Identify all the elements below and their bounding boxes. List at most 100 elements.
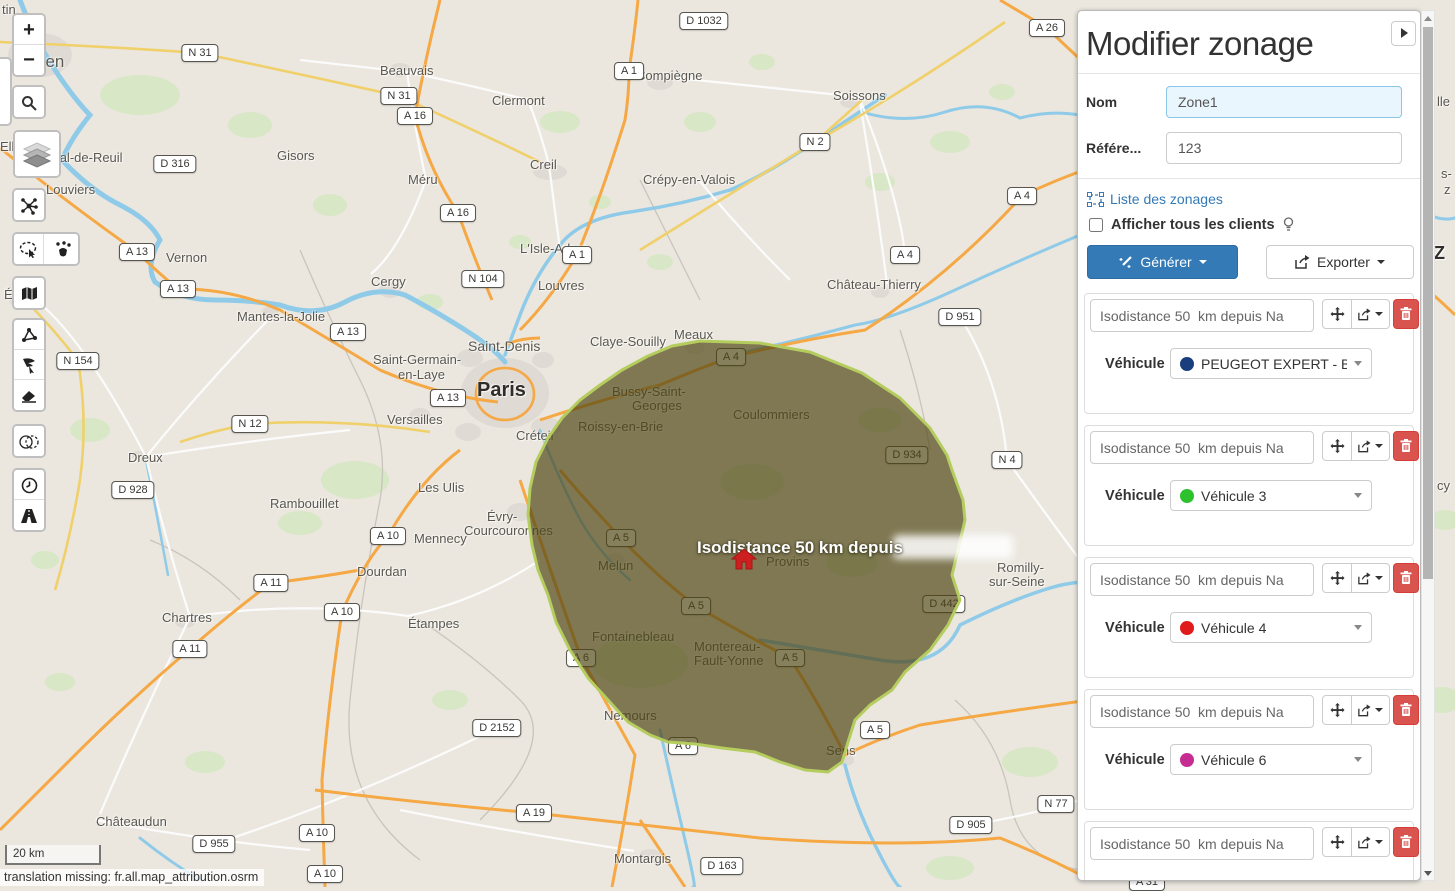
caret-down-icon <box>1354 757 1362 762</box>
vehicle-select[interactable]: Véhicule 4 <box>1170 612 1372 643</box>
optimize-route-button[interactable] <box>14 190 44 220</box>
caret-down-icon <box>1375 312 1383 316</box>
vehicle-name: Véhicule 4 <box>1201 620 1347 636</box>
share-icon <box>1358 308 1371 321</box>
intersect-zones-button[interactable] <box>14 426 44 456</box>
export-button[interactable]: Exporter <box>1266 245 1414 279</box>
map-icon <box>21 286 38 301</box>
panel-collapse-button[interactable] <box>1391 21 1416 46</box>
zone-delete-button[interactable] <box>1393 563 1419 593</box>
share-icon <box>1358 440 1371 453</box>
panel-scrollbar[interactable] <box>1421 10 1435 881</box>
caret-down-icon <box>1375 708 1383 712</box>
vehicle-color-dot <box>1180 489 1194 503</box>
zone-locate-button[interactable] <box>1322 563 1352 593</box>
zone-delete-button[interactable] <box>1393 827 1419 857</box>
map-icon-button[interactable] <box>14 278 44 308</box>
intersect-control <box>12 424 46 458</box>
isochrone-button[interactable] <box>14 470 44 500</box>
zoom-control: + − <box>12 13 46 77</box>
move-icon <box>1330 307 1345 322</box>
reference-input[interactable] <box>1166 132 1402 164</box>
selection-controls <box>12 232 80 266</box>
search-button[interactable] <box>14 87 44 117</box>
vehicle-color-dot <box>1180 753 1194 767</box>
generate-button[interactable]: Générer <box>1087 245 1238 279</box>
vehicle-select[interactable]: Véhicule 3 <box>1170 480 1372 511</box>
vehicle-name: Véhicule 6 <box>1201 752 1347 768</box>
zone-export-button[interactable] <box>1352 299 1390 329</box>
zonages-list-link[interactable]: Liste des zonages <box>1087 191 1420 207</box>
zone-delete-button[interactable] <box>1393 299 1419 329</box>
zone-locate-button[interactable] <box>1322 299 1352 329</box>
zoom-in-button[interactable]: + <box>14 15 44 45</box>
name-input[interactable] <box>1166 86 1402 118</box>
vehicle-color-dot <box>1180 357 1194 371</box>
zone-name-input[interactable] <box>1090 827 1314 860</box>
zone-name-input[interactable] <box>1090 563 1314 596</box>
panel-title: Modifier zonage <box>1086 25 1404 63</box>
edit-vertices-button[interactable] <box>14 350 44 380</box>
zone-card <box>1084 821 1414 881</box>
network-icon <box>20 197 38 215</box>
zone-locate-button[interactable] <box>1322 827 1352 857</box>
export-icon <box>1295 255 1310 269</box>
lasso-select-button[interactable] <box>14 234 44 264</box>
zone-card: Véhicule Véhicule 3 <box>1084 425 1414 546</box>
eraser-button[interactable] <box>14 380 44 410</box>
show-clients-checkbox[interactable] <box>1089 218 1103 232</box>
zone-name-input[interactable] <box>1090 299 1314 332</box>
lasso-icon <box>19 241 38 258</box>
zoom-out-button[interactable]: − <box>14 45 44 75</box>
time-road-controls <box>12 468 46 532</box>
layers-control <box>13 130 61 178</box>
zone-export-button[interactable] <box>1352 563 1390 593</box>
edge-control-partial[interactable] <box>0 57 12 126</box>
zone-locate-button[interactable] <box>1322 431 1352 461</box>
vehicle-color-dot <box>1180 621 1194 635</box>
arrow-down-icon <box>1424 871 1432 876</box>
zone-export-button[interactable] <box>1352 431 1390 461</box>
zone-locate-button[interactable] <box>1322 695 1352 725</box>
move-icon <box>1330 439 1345 454</box>
home-marker-icon[interactable] <box>731 548 757 570</box>
zone-delete-button[interactable] <box>1393 695 1419 725</box>
move-icon <box>1330 835 1345 850</box>
multi-point-button[interactable] <box>48 234 78 264</box>
arrow-up-icon <box>1424 16 1432 21</box>
vehicle-select[interactable]: Véhicule 6 <box>1170 744 1372 775</box>
zone-name-input[interactable] <box>1090 431 1314 464</box>
trash-icon <box>1400 703 1412 717</box>
map-style-control <box>12 276 46 310</box>
zone-list: Véhicule PEUGEOT EXPERT - B... <box>1078 293 1420 881</box>
caret-down-icon <box>1354 625 1362 630</box>
zone-card: Véhicule Véhicule 6 <box>1084 689 1414 810</box>
zone-delete-button[interactable] <box>1393 431 1419 461</box>
vehicle-label: Véhicule <box>1105 488 1170 504</box>
zone-name-input[interactable] <box>1090 695 1314 728</box>
zone-export-button[interactable] <box>1352 827 1390 857</box>
caret-down-icon <box>1375 840 1383 844</box>
scroll-down-button[interactable] <box>1422 865 1434 880</box>
map-scale: 20 km <box>5 845 101 865</box>
vehicle-select[interactable]: PEUGEOT EXPERT - B... <box>1170 348 1372 379</box>
scrollbar-thumb[interactable] <box>1423 27 1433 579</box>
caret-down-icon <box>1375 576 1383 580</box>
road-button[interactable] <box>14 500 44 530</box>
caret-down-icon <box>1377 260 1385 264</box>
trash-icon <box>1400 571 1412 585</box>
vehicle-name: PEUGEOT EXPERT - B... <box>1201 356 1347 372</box>
zone-export-button[interactable] <box>1352 695 1390 725</box>
search-control <box>12 85 46 119</box>
lightbulb-icon <box>1283 217 1294 233</box>
draw-controls <box>12 318 46 412</box>
caret-down-icon <box>1199 260 1207 264</box>
trash-icon <box>1400 439 1412 453</box>
share-icon <box>1358 572 1371 585</box>
show-clients-label: Afficher tous les clients <box>1111 217 1275 233</box>
scroll-up-button[interactable] <box>1422 11 1434 26</box>
layers-button[interactable] <box>15 132 59 176</box>
zone-caption: Isodistance 50 km depuis <box>697 538 903 558</box>
draw-polygon-button[interactable] <box>14 320 44 350</box>
zone-card: Véhicule Véhicule 4 <box>1084 557 1414 678</box>
